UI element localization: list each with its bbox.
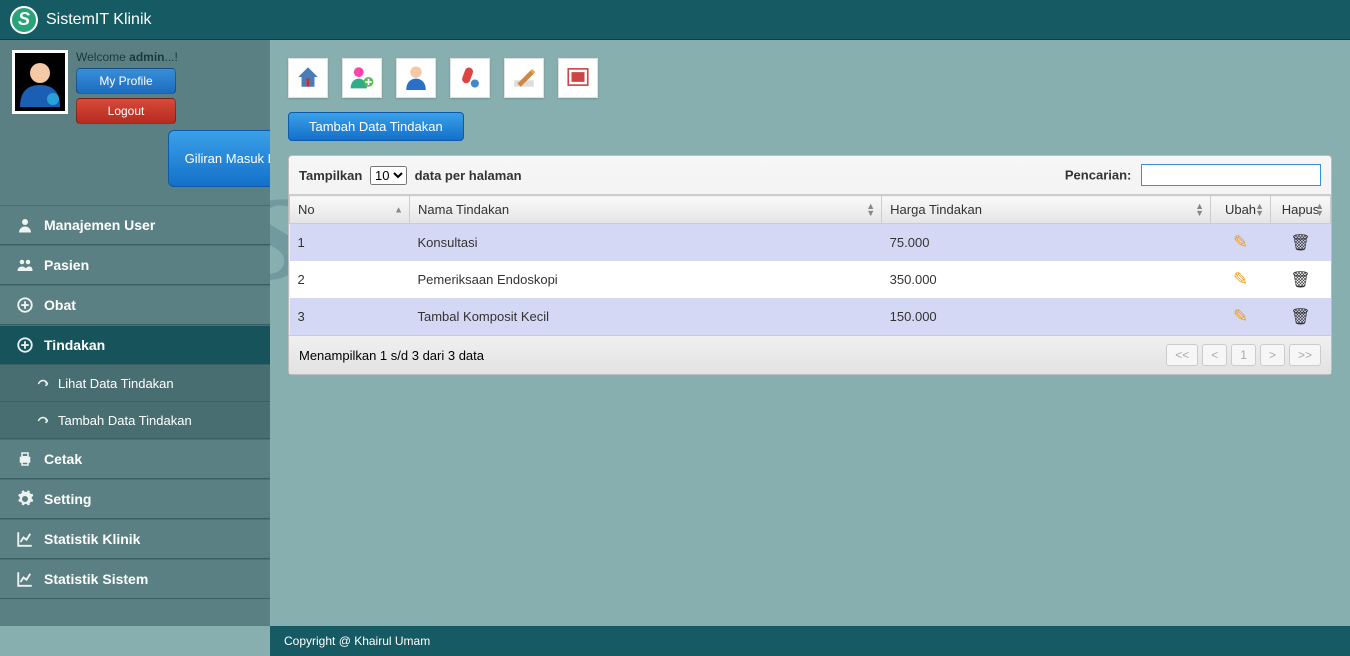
sidebar-item-statistik-sistem[interactable]: Statistik Sistem (0, 559, 270, 599)
arrow-icon (34, 377, 52, 391)
write-icon (511, 64, 537, 93)
user-icon (14, 216, 36, 234)
sidebar-item-label: Statistik Sistem (44, 571, 148, 587)
footer: Copyright @ Khairul Umam (270, 626, 1350, 656)
trash-icon[interactable]: 🗑 (1290, 235, 1310, 252)
topbar: S SistemIT Klinik (0, 0, 1350, 40)
sort-icon: ▲▼ (1195, 203, 1204, 217)
avatar (12, 50, 68, 114)
sidebar-item-label: Pasien (44, 257, 89, 273)
users-icon (14, 256, 36, 274)
info-text: Menampilkan 1 s/d 3 dari 3 data (299, 348, 484, 363)
sidebar-item-label: Lihat Data Tindakan (58, 376, 174, 391)
cell-harga: 150.000 (882, 298, 1211, 335)
toolbar-photo-button[interactable] (558, 58, 598, 98)
cell-no: 3 (290, 298, 410, 335)
sidebar-item-label: Setting (44, 491, 91, 507)
sidebar-item-manajemen-user[interactable]: Manajemen User (0, 205, 270, 245)
sidebar: Welcome admin...! My Profile Logout Gili… (0, 40, 270, 626)
print-icon (14, 450, 36, 468)
sidebar-item-label: Tindakan (44, 337, 105, 353)
toolbar-write-button[interactable] (504, 58, 544, 98)
column-hapus[interactable]: Hapus▲▼ (1271, 196, 1331, 224)
user-add-icon (349, 64, 375, 93)
sidebar-item-tambah-data-tindakan[interactable]: Tambah Data Tindakan (0, 402, 270, 439)
cell-nama: Tambal Komposit Kecil (410, 298, 882, 335)
sidebar-item-label: Statistik Klinik (44, 531, 140, 547)
sidebar-item-label: Cetak (44, 451, 82, 467)
arrow-icon (34, 414, 52, 428)
cell-harga: 350.000 (882, 261, 1211, 298)
cell-no: 2 (290, 261, 410, 298)
edit-icon[interactable]: ✎ (1233, 306, 1248, 326)
nav: Manajemen User Pasien Obat Tindakan Lihat Da… (0, 205, 270, 599)
home-icon (295, 64, 321, 93)
pager-prev[interactable]: < (1202, 344, 1227, 366)
logo-icon: S (10, 6, 38, 34)
data-panel: Tampilkan 10 data per halaman Pencarian:… (288, 155, 1332, 375)
sort-icon: ▲▼ (866, 203, 875, 217)
pager-last[interactable]: >> (1289, 344, 1321, 366)
column-harga-tindakan[interactable]: Harga Tindakan▲▼ (882, 196, 1211, 224)
profile-box: Welcome admin...! My Profile Logout Gili… (0, 40, 270, 205)
length-select[interactable]: 10 (370, 166, 407, 185)
toolbar (288, 58, 1332, 98)
pager-first[interactable]: << (1166, 344, 1198, 366)
sidebar-item-setting[interactable]: Setting (0, 479, 270, 519)
gear-icon (14, 490, 36, 508)
sidebar-item-cetak[interactable]: Cetak (0, 439, 270, 479)
column-ubah[interactable]: Ubah▲▼ (1211, 196, 1271, 224)
toolbar-user-button[interactable] (396, 58, 436, 98)
sort-icon: ▲▼ (1315, 203, 1324, 217)
sidebar-item-pasien[interactable]: Pasien (0, 245, 270, 285)
edit-icon[interactable]: ✎ (1233, 232, 1248, 252)
chart-icon (14, 570, 36, 588)
sidebar-item-obat[interactable]: Obat (0, 285, 270, 325)
my-profile-button[interactable]: My Profile (76, 68, 176, 94)
length-prefix: Tampilkan (299, 168, 362, 183)
sidebar-item-lihat-data-tindakan[interactable]: Lihat Data Tindakan (0, 365, 270, 402)
toolbar-home-button[interactable] (288, 58, 328, 98)
cell-nama: Pemeriksaan Endoskopi (410, 261, 882, 298)
photo-icon (565, 64, 591, 93)
pager: << < 1 > >> (1166, 344, 1321, 366)
plus-circle-icon (14, 336, 36, 354)
sidebar-item-tindakan[interactable]: Tindakan (0, 325, 270, 365)
cell-harga: 75.000 (882, 224, 1211, 262)
length-suffix: data per halaman (415, 168, 522, 183)
column-nama-tindakan[interactable]: Nama Tindakan▲▼ (410, 196, 882, 224)
search-label: Pencarian: (1065, 168, 1131, 183)
data-table: No▲Nama Tindakan▲▼Harga Tindakan▲▼Ubah▲▼… (289, 195, 1331, 335)
sort-icon: ▲ (394, 206, 403, 213)
main-content: SistemIT.com Tambah Data Tindakan Tampil… (270, 40, 1350, 626)
sidebar-item-label: Obat (44, 297, 76, 313)
table-row: 2Pemeriksaan Endoskopi350.000 ✎ 🗑 (290, 261, 1331, 298)
pager-next[interactable]: > (1260, 344, 1285, 366)
table-row: 1Konsultasi75.000 ✎ 🗑 (290, 224, 1331, 262)
user-icon (403, 64, 429, 93)
pager-page[interactable]: 1 (1231, 344, 1256, 366)
sidebar-item-label: Tambah Data Tindakan (58, 413, 192, 428)
toolbar-pills-button[interactable] (450, 58, 490, 98)
pills-icon (457, 64, 483, 93)
chart-icon (14, 530, 36, 548)
plus-circle-icon (14, 296, 36, 314)
cell-nama: Konsultasi (410, 224, 882, 262)
app-title: SistemIT Klinik (46, 11, 152, 29)
trash-icon[interactable]: 🗑 (1290, 272, 1310, 289)
toolbar-user-add-button[interactable] (342, 58, 382, 98)
sidebar-item-statistik-klinik[interactable]: Statistik Klinik (0, 519, 270, 559)
sidebar-item-label: Manajemen User (44, 217, 155, 233)
sort-icon: ▲▼ (1255, 203, 1264, 217)
column-no[interactable]: No▲ (290, 196, 410, 224)
add-tindakan-button[interactable]: Tambah Data Tindakan (288, 112, 464, 141)
logout-button[interactable]: Logout (76, 98, 176, 124)
search-input[interactable] (1141, 164, 1321, 186)
table-row: 3Tambal Komposit Kecil150.000 ✎ 🗑 (290, 298, 1331, 335)
trash-icon[interactable]: 🗑 (1290, 309, 1310, 326)
edit-icon[interactable]: ✎ (1233, 269, 1248, 289)
cell-no: 1 (290, 224, 410, 262)
